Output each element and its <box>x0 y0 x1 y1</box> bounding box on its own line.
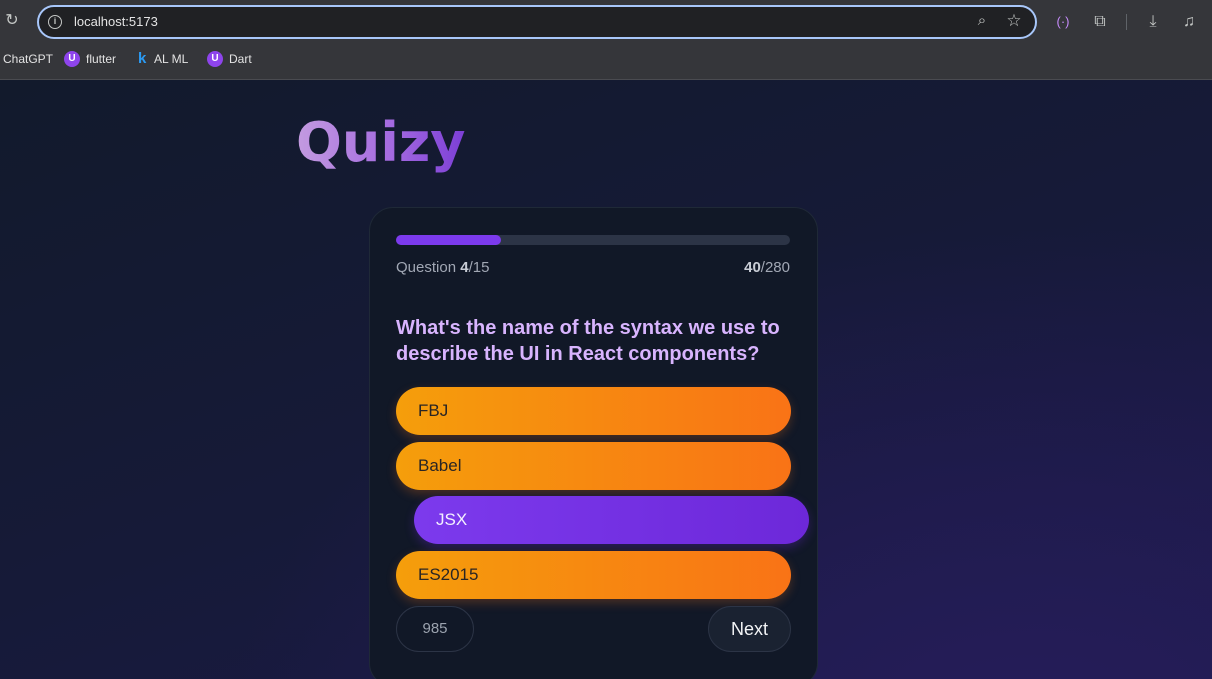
quiz-card: Question 4/15 40/280 What's the name of … <box>369 207 818 679</box>
next-button[interactable]: Next <box>708 606 791 652</box>
reload-icon[interactable]: ↻ <box>4 12 20 30</box>
question-current: 4 <box>460 259 469 276</box>
answer-option[interactable]: ES2015 <box>396 551 791 599</box>
timer: 985 <box>396 606 474 652</box>
answer-option[interactable]: Babel <box>396 442 791 490</box>
site-info-icon[interactable]: i <box>48 15 62 29</box>
question-text: What's the name of the syntax we use to … <box>396 317 780 365</box>
answer-option[interactable]: FBJ <box>396 387 791 435</box>
question-counter: Question 4/15 <box>396 259 489 276</box>
points-total: /280 <box>760 259 790 276</box>
app-page: Quizy Question 4/15 40/280 What's the na… <box>0 80 1212 679</box>
toolbar-divider <box>1126 14 1127 30</box>
bookmark-label: flutter <box>86 52 117 66</box>
bookmark-flutter[interactable]: U flutter <box>64 48 116 70</box>
zoom-icon[interactable]: ⌕ <box>973 12 991 30</box>
download-icon[interactable]: ⤓ <box>1143 12 1163 32</box>
browser-toolbar: ↻ i localhost:5173 ⌕ ☆ (·) ⧉ ⤓ ♫ ChatGPT… <box>0 0 1212 80</box>
bookmark-label: ChatGPT <box>3 52 54 66</box>
bookmark-label: Dart <box>229 52 252 66</box>
progress-bar <box>396 235 790 245</box>
url-text[interactable]: localhost:5173 <box>74 14 158 29</box>
bookmark-chatgpt[interactable]: ChatGPT <box>3 48 53 70</box>
answer-option-selected[interactable]: JSX <box>414 496 809 544</box>
bookmark-label: AL ML <box>154 52 189 66</box>
u-badge-icon: U <box>207 51 223 67</box>
u-badge-icon: U <box>64 51 80 67</box>
points-current: 40 <box>744 259 761 276</box>
address-bar[interactable]: i localhost:5173 ⌕ ☆ <box>37 5 1037 39</box>
extension-broadcast-icon[interactable]: (·) <box>1053 12 1073 32</box>
question-counter-label: Question <box>396 259 461 276</box>
extensions-icon[interactable]: ⧉ <box>1090 12 1110 32</box>
bookmark-star-icon[interactable]: ☆ <box>1005 11 1023 30</box>
question-total: /15 <box>468 259 490 276</box>
points-counter: 40/280 <box>744 259 790 276</box>
media-control-icon[interactable]: ♫ <box>1179 12 1199 32</box>
app-logo: Quizy <box>296 111 466 174</box>
progress-fill <box>396 235 502 245</box>
bookmark-al-ml[interactable]: k AL ML <box>138 48 188 70</box>
bookmark-dart[interactable]: U Dart <box>207 48 252 70</box>
k-icon: k <box>138 50 147 67</box>
